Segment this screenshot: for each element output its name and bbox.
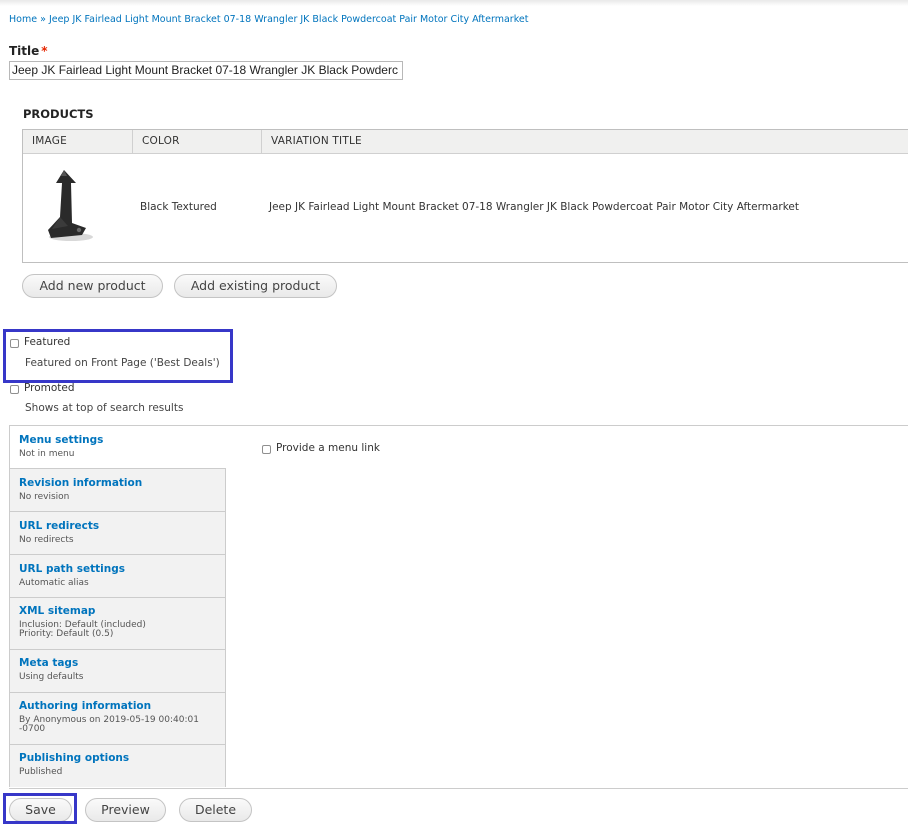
- vertical-tab-title[interactable]: Menu settings: [19, 434, 103, 446]
- menu-settings-panel: Provide a menu link: [226, 426, 908, 787]
- column-header-variation-title: VARIATION TITLE: [261, 130, 908, 153]
- product-variation-title: Jeep JK Fairlead Light Mount Bracket 07-…: [269, 201, 799, 213]
- breadcrumb-current-link[interactable]: Jeep JK Fairlead Light Mount Bracket 07-…: [49, 14, 529, 25]
- vertical-tab-title[interactable]: Publishing options: [19, 752, 129, 764]
- vertical-tab-summary: Using defaults: [19, 672, 84, 682]
- products-table: IMAGE COLOR VARIATION TITLE Black Textur…: [22, 129, 908, 263]
- top-shadow: [0, 0, 908, 6]
- column-header-image: IMAGE: [32, 135, 67, 147]
- add-new-product-button[interactable]: Add new product: [22, 274, 163, 298]
- vertical-tab-revision-information[interactable]: Revision information No revision: [10, 469, 226, 512]
- vertical-tab-url-path-settings[interactable]: URL path settings Automatic alias: [10, 555, 226, 598]
- vertical-tab-publishing-options[interactable]: Publishing options Published: [10, 745, 226, 787]
- vertical-tab-summary: No revision: [19, 492, 70, 502]
- delete-button[interactable]: Delete: [179, 798, 252, 822]
- vertical-tab-title[interactable]: XML sitemap: [19, 605, 95, 617]
- product-color: Black Textured: [140, 201, 217, 213]
- required-marker: *: [41, 44, 48, 58]
- preview-button[interactable]: Preview: [85, 798, 166, 822]
- title-label: Title *: [9, 44, 48, 58]
- promoted-label[interactable]: Promoted: [24, 382, 75, 394]
- promoted-checkbox[interactable]: [10, 385, 19, 394]
- featured-label[interactable]: Featured: [24, 336, 70, 348]
- vertical-tab-summary: No redirects: [19, 535, 74, 545]
- vertical-tab-summary: Published: [19, 767, 63, 777]
- promoted-description: Shows at top of search results: [25, 402, 184, 414]
- vertical-tab-url-redirects[interactable]: URL redirects No redirects: [10, 512, 226, 555]
- products-table-header: IMAGE COLOR VARIATION TITLE: [23, 130, 908, 154]
- vertical-tab-title[interactable]: URL path settings: [19, 563, 125, 575]
- save-button[interactable]: Save: [9, 798, 72, 822]
- vertical-tab-title[interactable]: URL redirects: [19, 520, 99, 532]
- breadcrumb-separator: »: [40, 14, 46, 25]
- vertical-tabs-menu: Menu settings Not in menu Revision infor…: [9, 426, 227, 787]
- vertical-tab-title[interactable]: Authoring information: [19, 700, 151, 712]
- vertical-tab-summary: Priority: Default (0.5): [19, 629, 114, 639]
- breadcrumb-home-link[interactable]: Home: [9, 14, 37, 25]
- table-row: Black Textured Jeep JK Fairlead Light Mo…: [23, 153, 908, 263]
- bracket-product-thumbnail: [48, 170, 93, 241]
- title-label-text: Title: [9, 44, 40, 58]
- provide-menu-link-label[interactable]: Provide a menu link: [276, 442, 380, 454]
- title-input[interactable]: Jeep JK Fairlead Light Mount Bracket 07-…: [9, 61, 403, 80]
- featured-checkbox[interactable]: [10, 339, 19, 348]
- add-existing-product-button[interactable]: Add existing product: [174, 274, 337, 298]
- vertical-tab-xml-sitemap[interactable]: XML sitemap Inclusion: Default (included…: [10, 598, 226, 650]
- vertical-tab-title[interactable]: Revision information: [19, 477, 142, 489]
- vertical-tab-summary: By Anonymous on 2019-05-19 00:40:01: [19, 715, 199, 725]
- vertical-tab-summary: -0700: [19, 724, 46, 734]
- vertical-tab-summary: Not in menu: [19, 449, 75, 459]
- vertical-tab-title[interactable]: Meta tags: [19, 657, 78, 669]
- vertical-tabs: Menu settings Not in menu Revision infor…: [9, 425, 908, 789]
- breadcrumb: Home » Jeep JK Fairlead Light Mount Brac…: [9, 14, 528, 25]
- vertical-tab-menu-settings[interactable]: Menu settings Not in menu: [10, 426, 226, 469]
- column-header-color: COLOR: [132, 130, 261, 153]
- featured-description: Featured on Front Page ('Best Deals'): [25, 357, 220, 369]
- provide-menu-link-checkbox[interactable]: [262, 445, 271, 454]
- vertical-tab-authoring-information[interactable]: Authoring information By Anonymous on 20…: [10, 693, 226, 745]
- vertical-tab-summary: Automatic alias: [19, 578, 89, 588]
- products-heading: PRODUCTS: [23, 107, 94, 121]
- vertical-tab-meta-tags[interactable]: Meta tags Using defaults: [10, 650, 226, 693]
